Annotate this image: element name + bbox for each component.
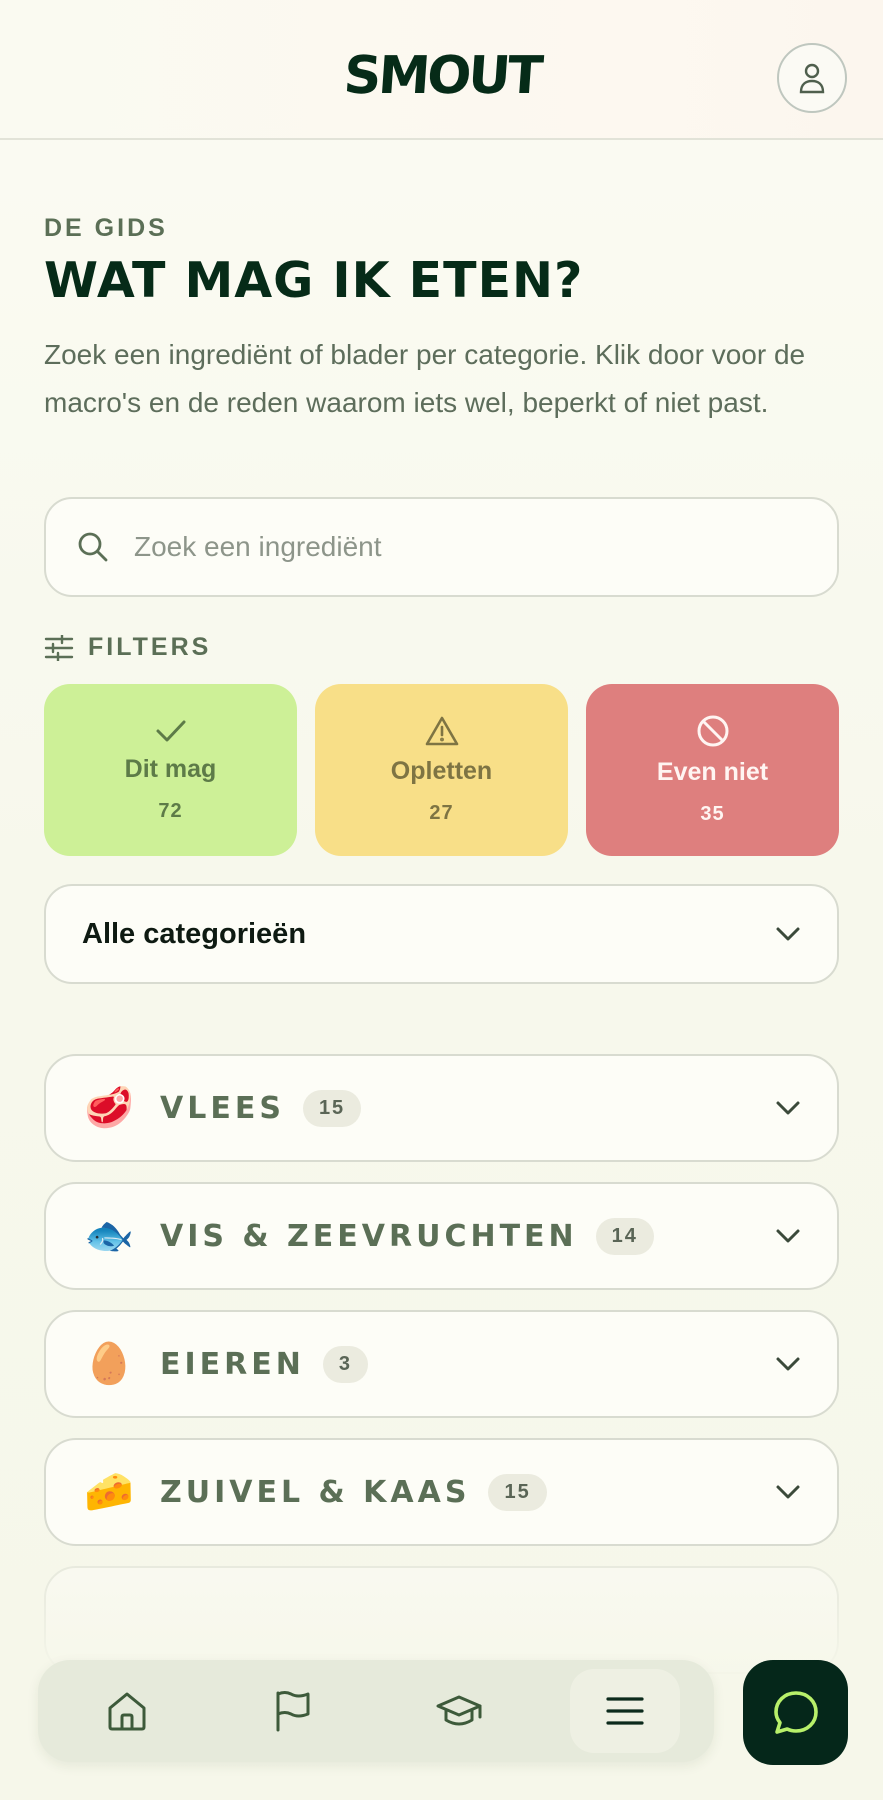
filter-label: Even niet: [656, 758, 769, 787]
category-select-value: Alle categorieën: [82, 917, 307, 950]
search-box[interactable]: [44, 497, 839, 598]
category-count-badge: 15: [302, 1089, 362, 1127]
filter-label: Dit mag: [124, 755, 217, 784]
flag-icon: [276, 1691, 310, 1732]
prohibited-icon: [697, 715, 728, 747]
category-count-badge: 3: [322, 1345, 368, 1383]
nav-learn[interactable]: [404, 1669, 514, 1753]
filter-label: Opletten: [390, 757, 493, 786]
search-icon: [78, 532, 108, 562]
smout-logo[interactable]: SMOUT: [341, 46, 541, 106]
meat-icon: 🥩: [84, 1086, 134, 1131]
category-select[interactable]: Alle categorieën: [44, 884, 839, 985]
egg-icon: 🥚: [84, 1342, 134, 1387]
check-icon: [156, 720, 185, 742]
filter-count: 35: [700, 803, 725, 826]
chat-button[interactable]: [743, 1660, 848, 1765]
warning-icon: [425, 717, 458, 746]
chevron-down-icon: [776, 927, 800, 941]
nav-home[interactable]: [72, 1669, 182, 1753]
profile-button[interactable]: [777, 43, 847, 113]
category-item-eggs[interactable]: 🥚 EIEREN 3: [44, 1310, 839, 1419]
filters-label: FILTERS: [88, 633, 212, 662]
app-header: SMOUT: [0, 0, 883, 140]
category-name: VIS & ZEEVRUCHTEN: [160, 1218, 578, 1254]
filter-not-allowed[interactable]: Even niet 35: [586, 684, 839, 857]
search-input[interactable]: [134, 531, 754, 564]
chevron-down-icon: [776, 1229, 800, 1243]
home-icon: [108, 1692, 146, 1731]
category-name: ZUIVEL & KAAS: [160, 1474, 471, 1510]
nav-goals[interactable]: [238, 1669, 348, 1753]
graduation-cap-icon: [436, 1695, 482, 1726]
chevron-down-icon: [776, 1485, 800, 1499]
category-item-dairy[interactable]: 🧀 ZUIVEL & KAAS 15: [44, 1438, 839, 1547]
filters-heading: FILTERS: [44, 633, 839, 662]
nav-menu[interactable]: [570, 1669, 680, 1753]
menu-icon: [606, 1697, 644, 1725]
category-name: EIEREN: [160, 1346, 305, 1382]
page-description: Zoek een ingrediënt of blader per catego…: [44, 339, 806, 419]
filter-count: 27: [429, 802, 454, 825]
user-icon: [799, 63, 825, 94]
section-eyebrow: DE GIDS: [44, 214, 168, 242]
category-name: VLEES: [160, 1090, 285, 1126]
category-item-meat[interactable]: 🥩 VLEES 15: [44, 1054, 839, 1163]
bottom-navigation: [38, 1660, 714, 1762]
cheese-icon: 🧀: [84, 1470, 134, 1515]
category-item-fish[interactable]: 🐟 VIS & ZEEVRUCHTEN 14: [44, 1182, 839, 1291]
category-count-badge: 15: [488, 1473, 547, 1511]
page-title: WAT MAG IK ETEN?: [44, 252, 584, 309]
chevron-down-icon: [776, 1101, 800, 1115]
chevron-down-icon: [776, 1357, 800, 1371]
fish-icon: 🐟: [84, 1214, 134, 1259]
chat-bubble-icon: [773, 1690, 818, 1734]
main-content: DE GIDS WAT MAG IK ETEN? Zoek een ingred…: [0, 214, 883, 1675]
filter-caution[interactable]: Opletten 27: [315, 684, 568, 857]
filter-allowed[interactable]: Dit mag 72: [44, 684, 297, 857]
filter-count: 72: [158, 800, 183, 823]
status-filter-group: Dit mag 72 Opletten 27 Even niet 35: [44, 684, 839, 857]
category-count-badge: 14: [595, 1217, 654, 1255]
sliders-icon: [44, 634, 74, 661]
